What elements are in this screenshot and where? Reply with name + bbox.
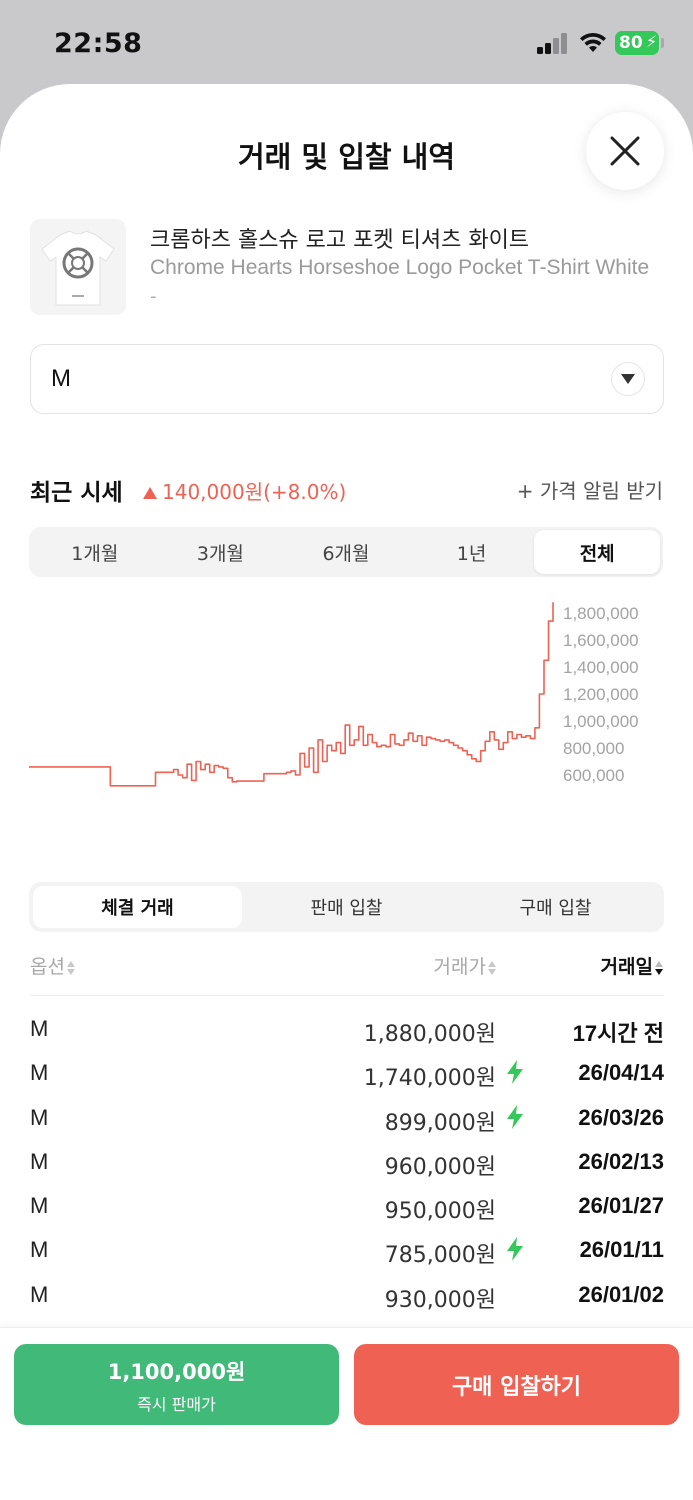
history-tabs: 체결 거래 판매 입찰 구매 입찰 [29, 882, 664, 932]
battery-icon: 80 ⚡ [615, 31, 659, 55]
y-tick-label: 1,000,000 [563, 712, 639, 731]
period-tabs: 1개월 3개월 6개월 1년 전체 [29, 527, 663, 577]
history-table-header: 옵션 거래가 거래일 [30, 950, 664, 996]
period-tab[interactable]: 전체 [534, 530, 660, 574]
table-row: M 930,000원 26/01/02 [30, 1274, 664, 1318]
row-price: 785,000원 [384, 1243, 496, 1269]
close-icon [610, 136, 640, 166]
table-row: M 960,000원 26/02/13 [30, 1141, 664, 1185]
history-tab[interactable]: 판매 입찰 [242, 886, 451, 928]
history-tab[interactable]: 체결 거래 [33, 886, 242, 928]
row-price: 950,000원 [384, 1199, 496, 1225]
price-line [29, 602, 554, 787]
row-option: M [30, 1193, 49, 1219]
history-table-body: M 1,880,000원 17시간 전 M 1,740,000원 26/04/14 M 899… [30, 1008, 664, 1318]
recent-price-change-value: 140,000원(+8.0%) [162, 480, 347, 504]
signal-icon [537, 32, 569, 54]
y-tick-label: 1,800,000 [563, 604, 639, 623]
header-option[interactable]: 옵션 [30, 952, 76, 979]
status-time: 22:58 [54, 28, 143, 59]
product-image [30, 219, 126, 315]
row-price: 1,880,000원 [363, 1022, 496, 1047]
table-row: M 950,000원 26/01/27 [30, 1185, 664, 1229]
row-price: 899,000원 [384, 1110, 496, 1136]
instant-sell-button[interactable]: 1,100,000원 즉시 판매가 [14, 1344, 339, 1425]
sort-icon [488, 960, 497, 976]
chevron-down-icon [611, 362, 645, 396]
y-tick-label: 800,000 [563, 739, 624, 758]
header-date[interactable]: 거래일 [601, 952, 664, 979]
y-tick-label: 1,400,000 [563, 658, 639, 677]
recent-price-change: 140,000원(+8.0%) [142, 476, 346, 505]
row-price: 960,000원 [384, 1154, 496, 1180]
quick-delivery-icon [507, 1104, 523, 1129]
up-triangle-icon [143, 487, 157, 499]
size-select[interactable]: M [30, 344, 664, 414]
recent-price-label: 최근 시세 [30, 480, 123, 506]
row-option: M [30, 1104, 49, 1130]
close-button[interactable] [586, 112, 664, 190]
row-date: 26/01/11 [579, 1237, 664, 1263]
row-date: 26/04/14 [578, 1060, 664, 1086]
size-select-value: M [51, 365, 71, 392]
action-bar: 1,100,000원 즉시 판매가 구매 입찰하기 [0, 1327, 693, 1500]
history-tab[interactable]: 구매 입찰 [451, 886, 660, 928]
quick-delivery-icon [507, 1237, 523, 1262]
price-alert-button[interactable]: + 가격 알림 받기 [517, 475, 663, 504]
wifi-icon [578, 30, 608, 58]
buy-bid-button[interactable]: 구매 입찰하기 [354, 1344, 679, 1425]
period-tab[interactable]: 6개월 [283, 530, 409, 574]
header-price[interactable]: 거래가 [434, 952, 497, 979]
period-tab[interactable]: 1년 [409, 530, 535, 574]
instant-sell-label: 즉시 판매가 [137, 1395, 216, 1414]
row-date: 26/02/13 [578, 1148, 664, 1174]
row-option: M [30, 1281, 49, 1307]
sort-icon [66, 960, 76, 976]
instant-sell-price: 1,100,000원 [107, 1360, 246, 1384]
table-row: M 1,740,000원 26/04/14 [30, 1052, 664, 1096]
table-row: M 899,000원 26/03/26 [30, 1097, 664, 1141]
trade-history-sheet: 거래 및 입찰 내역 크롬하츠 홀스슈 로고 포켓 티셔츠 화이트 Chrome… [0, 84, 693, 1500]
row-price: 930,000원 [384, 1287, 496, 1313]
battery-level: 80 [619, 33, 643, 53]
period-tab[interactable]: 3개월 [158, 530, 284, 574]
status-bar: 22:58 80 ⚡ [0, 0, 693, 84]
y-tick-label: 1,200,000 [563, 685, 639, 704]
row-date: 17시간 전 [572, 1021, 664, 1046]
row-option: M [30, 1016, 49, 1041]
price-chart: 1,800,000 1,600,000 1,400,000 1,200,000 1,00… [0, 594, 693, 814]
row-option: M [30, 1060, 49, 1086]
product-name-english: Chrome Hearts Horseshoe Logo Pocket T-Sh… [150, 256, 650, 279]
row-option: M [30, 1148, 49, 1174]
row-date: 26/01/27 [578, 1193, 664, 1219]
product-subtitle: - [150, 286, 157, 307]
row-date: 26/01/02 [578, 1281, 664, 1307]
y-tick-label: 1,600,000 [563, 631, 639, 650]
period-tab[interactable]: 1개월 [32, 530, 158, 574]
sort-icon [655, 960, 664, 976]
row-option: M [30, 1237, 49, 1263]
row-price: 1,740,000원 [363, 1066, 496, 1092]
table-row: M 1,880,000원 17시간 전 [30, 1008, 664, 1052]
table-row: M 785,000원 26/01/11 [30, 1229, 664, 1273]
row-date: 26/03/26 [578, 1104, 664, 1130]
quick-delivery-icon [507, 1060, 523, 1085]
y-tick-label: 600,000 [563, 766, 624, 785]
product-name-korean: 크롬하츠 홀스슈 로고 포켓 티셔츠 화이트 [150, 228, 530, 253]
